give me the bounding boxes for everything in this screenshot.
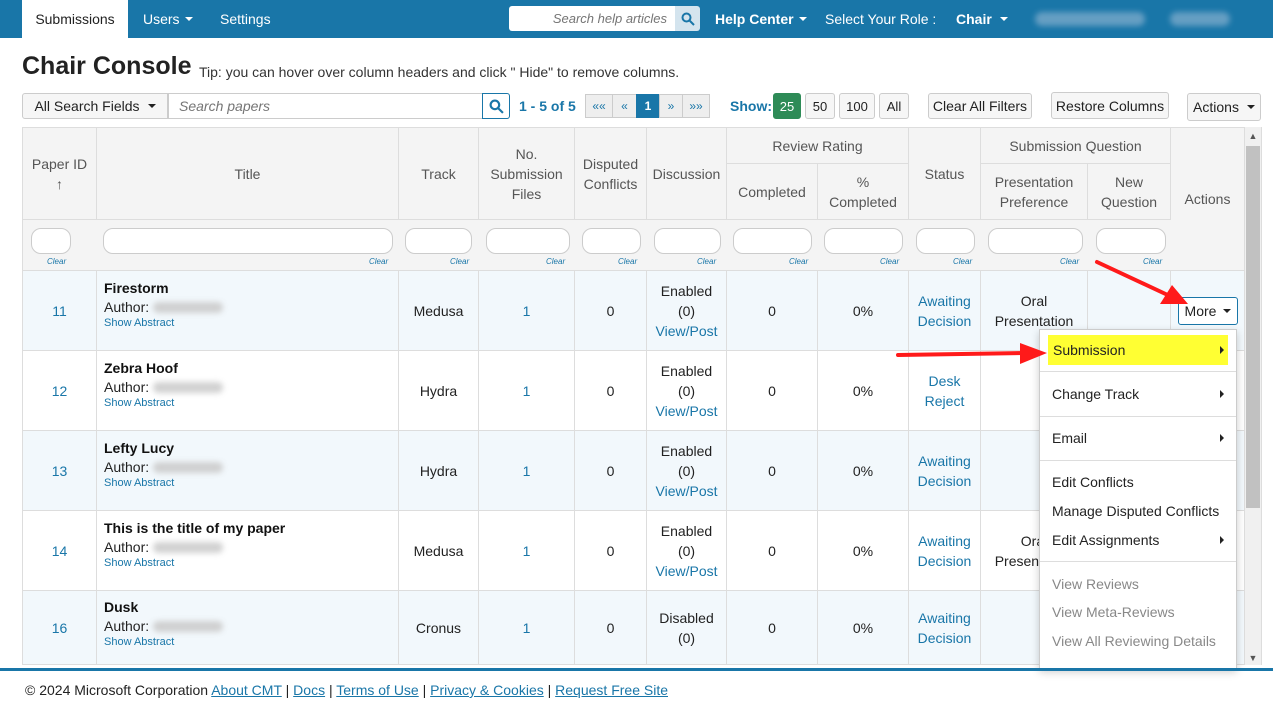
footer-link-docs[interactable]: Docs — [293, 682, 325, 698]
arrow-to-more-icon — [1095, 260, 1188, 304]
footer-link-about[interactable]: About CMT — [211, 682, 282, 698]
arrow-to-submission-icon — [896, 343, 1047, 364]
footer: © 2024 Microsoft Corporation About CMT |… — [25, 682, 668, 698]
annotation-arrows — [896, 260, 1188, 364]
footer-link-terms[interactable]: Terms of Use — [336, 682, 418, 698]
footer-link-privacy[interactable]: Privacy & Cookies — [430, 682, 544, 698]
footer-divider — [0, 668, 1273, 671]
footer-copyright: © 2024 Microsoft Corporation — [25, 682, 209, 698]
footer-link-request-site[interactable]: Request Free Site — [555, 682, 668, 698]
